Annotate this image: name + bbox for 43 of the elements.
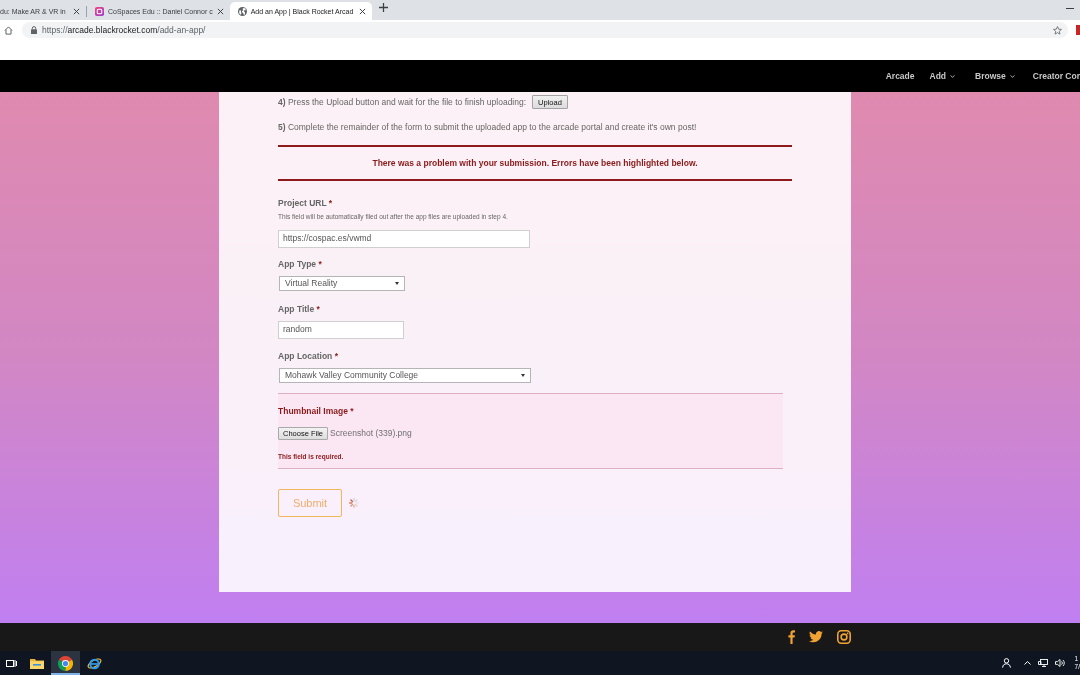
dropdown[interactable]: Mohawk Valley Community College xyxy=(279,368,531,383)
lock-icon xyxy=(31,26,37,34)
field-label: Thumbnail Image * xyxy=(278,405,354,417)
home-icon[interactable] xyxy=(4,25,13,35)
url-text: https://arcade.blackrocket.com/add-an-app/ xyxy=(42,25,206,35)
nav-link[interactable]: Arcade xyxy=(885,71,915,81)
minimize-icon[interactable] xyxy=(1066,7,1074,9)
taskbar-app-button[interactable] xyxy=(51,651,80,675)
new-tab-icon[interactable] xyxy=(378,3,388,12)
instruction-text: 5) Complete the remainder of the form to submit the uploaded app to the arcade portal and create it's own post! xyxy=(278,122,697,133)
caret-icon xyxy=(395,282,399,285)
person-icon[interactable] xyxy=(1001,658,1011,668)
error-banner: There was a problem with your submission. Errors have been highlighted below. xyxy=(278,145,792,181)
address-bar[interactable]: https://arcade.blackrocket.com/add-an-app/ xyxy=(22,22,1068,38)
star-icon[interactable] xyxy=(1053,25,1062,35)
text-field[interactable]: https://cospac.es/vwmd xyxy=(278,229,530,248)
nav-link[interactable]: Creator Cor xyxy=(1032,71,1080,81)
dropdown[interactable]: Virtual Reality xyxy=(279,276,405,291)
field-label: App Type * xyxy=(278,259,322,270)
globe-icon xyxy=(237,6,247,16)
close-icon[interactable] xyxy=(73,7,80,15)
internet-explorer-icon xyxy=(87,655,102,671)
field-label: Project URL * xyxy=(278,197,333,209)
instagram-icon[interactable] xyxy=(837,630,851,644)
facebook-icon[interactable] xyxy=(788,630,795,644)
folder-icon xyxy=(29,657,44,669)
nav-link[interactable]: Browse xyxy=(975,71,1015,81)
instruction-text: 4) Press the Upload button and wait for the file to finish uploading: xyxy=(278,96,527,108)
chrome-icon xyxy=(58,655,73,671)
network-icon[interactable] xyxy=(1037,659,1048,667)
field-label: App Location * xyxy=(278,351,338,362)
task-view-icon[interactable] xyxy=(5,658,17,668)
volume-icon[interactable] xyxy=(1054,659,1065,667)
close-icon[interactable] xyxy=(216,7,224,15)
nav-link[interactable]: Add xyxy=(929,71,956,81)
file-name: Screenshot (339).png xyxy=(330,428,412,439)
caret-icon xyxy=(521,374,525,377)
chevron-up-icon[interactable] xyxy=(1023,661,1031,665)
close-icon[interactable] xyxy=(358,7,366,15)
field-label: App Title * xyxy=(278,303,320,315)
square-logo-icon xyxy=(95,6,104,16)
text-field[interactable]: random xyxy=(278,320,404,339)
twitter-icon[interactable] xyxy=(809,631,823,643)
